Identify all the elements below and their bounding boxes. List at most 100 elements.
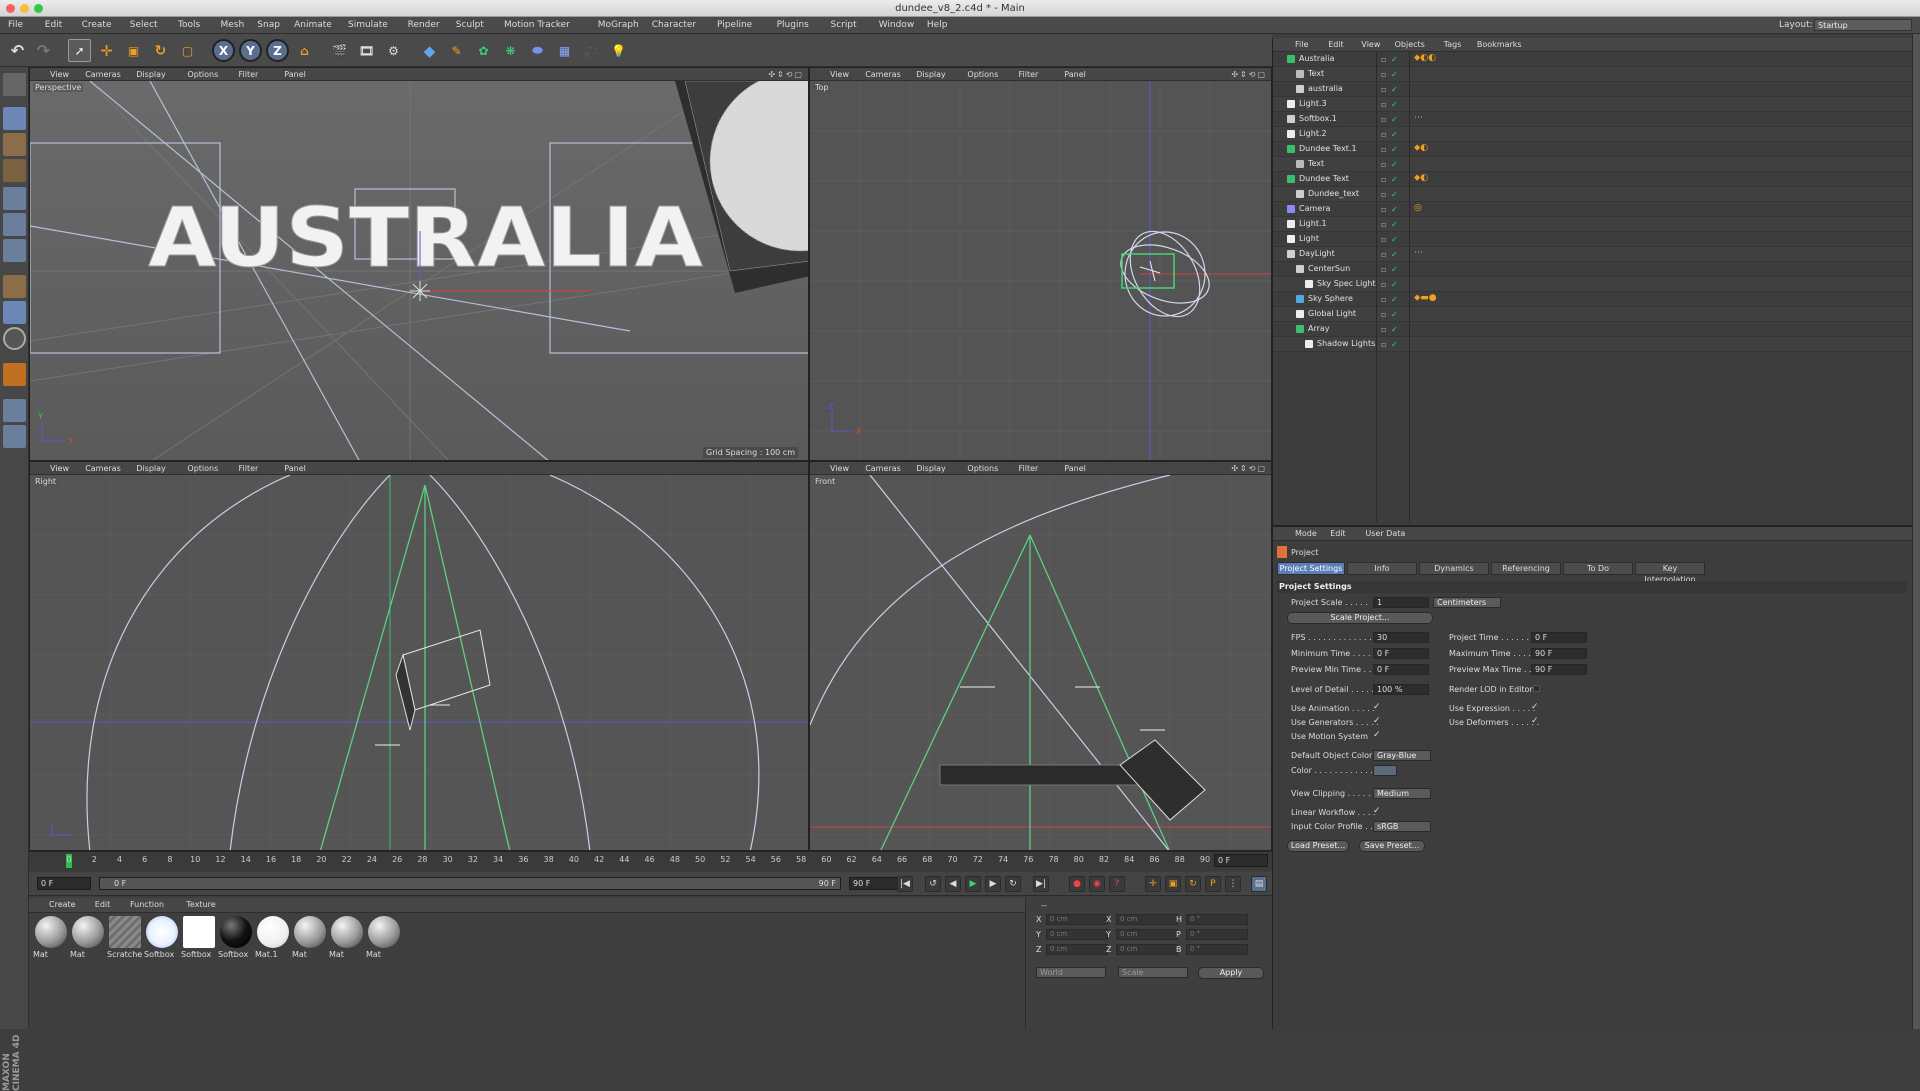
material-swatch[interactable]: Softbox [181, 916, 217, 964]
object-tags-icon[interactable]: ⋯ [1414, 113, 1423, 123]
array-generator-icon[interactable]: ❋ [499, 39, 522, 62]
object-name[interactable]: Light.1 [1299, 219, 1327, 228]
viewport-menu-cameras[interactable]: Cameras [85, 464, 121, 473]
minimum-time-field[interactable]: 0 F [1373, 648, 1429, 659]
object-name[interactable]: Array [1308, 324, 1330, 333]
deformer-icon[interactable]: ⬬ [526, 39, 549, 62]
attribute-menu-edit[interactable]: Edit [1330, 529, 1346, 538]
visibility-toggle-icon[interactable]: ▫ ✓ [1381, 280, 1399, 289]
object-menu-tags[interactable]: Tags [1444, 40, 1462, 49]
current-frame-field[interactable]: 0 F [1214, 854, 1268, 867]
viewport-menu-filter[interactable]: Filter [239, 70, 259, 79]
viewport-menu-filter[interactable]: Filter [239, 464, 259, 473]
level-of-detail-field[interactable]: 100 % [1373, 684, 1429, 695]
visibility-toggle-icon[interactable]: ▫ ✓ [1381, 265, 1399, 274]
object-row[interactable]: Array ▫ ✓ [1273, 322, 1913, 337]
right-side-tab-strip[interactable] [1912, 34, 1920, 1029]
viewport-menu-view[interactable]: View [830, 70, 849, 79]
texture-axis-icon[interactable] [3, 159, 26, 182]
visibility-toggle-icon[interactable]: ▫ ✓ [1381, 235, 1399, 244]
cube-primitive-icon[interactable]: ◆ [418, 39, 441, 62]
visibility-toggle-icon[interactable]: ▫ ✓ [1381, 175, 1399, 184]
coord-apply-button[interactable]: Apply [1198, 967, 1264, 979]
texture-mode-icon[interactable] [3, 133, 26, 156]
menu-render[interactable]: Render [408, 20, 440, 30]
timeline-ruler[interactable]: 0 F 0 2 4 6 8 10 12 14 16 18 20 22 24 26 28 30 32 34 36 38 4… [29, 851, 1272, 871]
rotate-tool[interactable]: ↻ [149, 39, 172, 62]
material-swatch[interactable]: Mat [33, 916, 69, 964]
object-menu-bookmarks[interactable]: Bookmarks [1477, 40, 1522, 49]
layout-select[interactable]: Startup [1814, 19, 1912, 31]
material-menu-edit[interactable]: Edit [95, 900, 111, 909]
object-row[interactable]: CenterSun ▫ ✓ [1273, 262, 1913, 277]
coord-value-field[interactable]: 0 cm [1046, 914, 1108, 925]
use-motion-system-checkbox[interactable]: ✓ [1373, 730, 1381, 740]
visibility-toggle-icon[interactable]: ▫ ✓ [1381, 130, 1399, 139]
object-row[interactable]: Dundee Text ▫ ✓ ⬥◐ [1273, 172, 1913, 187]
viewport-menu-view[interactable]: View [50, 70, 69, 79]
coord-value-field[interactable]: 0 cm [1116, 914, 1178, 925]
object-row[interactable]: australia ▫ ✓ [1273, 82, 1913, 97]
visibility-toggle-icon[interactable]: ▫ ✓ [1381, 85, 1399, 94]
subdivision-generator-icon[interactable]: ✿ [472, 39, 495, 62]
visibility-toggle-icon[interactable]: ▫ ✓ [1381, 250, 1399, 259]
viewport-menu-panel[interactable]: Panel [1064, 70, 1086, 79]
viewport-nav-controls[interactable]: ✣⇕⟲▢ [768, 70, 804, 79]
object-row[interactable]: Text ▫ ✓ [1273, 157, 1913, 172]
go-to-start-button[interactable]: |◀ [897, 876, 913, 892]
play-button[interactable]: ▶ [965, 876, 981, 892]
edges-mode-icon[interactable] [3, 213, 26, 236]
object-row[interactable]: Dundee Text.1 ▫ ✓ ⬥◐ [1273, 142, 1913, 157]
menu-select[interactable]: Select [130, 20, 158, 30]
menu-create[interactable]: Create [82, 20, 112, 30]
viewport-menu-display[interactable]: Display [136, 464, 166, 473]
tab-key-interpolation[interactable]: Key Interpolation [1635, 562, 1705, 584]
menu-animate[interactable]: Animate [294, 20, 332, 30]
coord-space-select[interactable]: World [1036, 967, 1106, 978]
menu-help[interactable]: Help [927, 20, 948, 30]
object-row[interactable]: Camera ▫ ✓ ◎ [1273, 202, 1913, 217]
viewport-menu-filter[interactable]: Filter [1019, 464, 1039, 473]
view-clipping-select[interactable]: Medium [1373, 788, 1431, 799]
undo-button[interactable]: ↶ [6, 39, 29, 62]
project-time-field[interactable]: 0 F [1531, 632, 1587, 643]
visibility-toggle-icon[interactable]: ▫ ✓ [1381, 70, 1399, 79]
object-name[interactable]: Dundee_text [1308, 189, 1359, 198]
object-row[interactable]: Global Light ▫ ✓ [1273, 307, 1913, 322]
coordinate-system-button[interactable]: ⌂ [293, 39, 316, 62]
autokey-button[interactable]: ◉ [1089, 876, 1105, 892]
points-mode-icon[interactable] [3, 187, 26, 210]
material-swatch[interactable]: Softbox [144, 916, 180, 964]
render-view-icon[interactable]: 🎬 [328, 39, 351, 62]
object-name[interactable]: Global Light [1308, 309, 1356, 318]
previous-key-button[interactable]: ↺ [925, 876, 941, 892]
object-name[interactable]: Sky Sphere [1308, 294, 1353, 303]
scale-key-button[interactable]: ▣ [1165, 876, 1181, 892]
object-tags-icon[interactable]: ◎ [1414, 203, 1422, 213]
object-name[interactable]: australia [1308, 84, 1343, 93]
object-row[interactable]: Shadow Lights ▫ ✓ [1273, 337, 1913, 352]
tab-referencing[interactable]: Referencing [1491, 562, 1561, 575]
object-name[interactable]: Light.3 [1299, 99, 1327, 108]
menu-file[interactable]: File [8, 20, 23, 30]
viewport-menu-options[interactable]: Options [187, 70, 218, 79]
planar-workplane-icon[interactable] [3, 425, 26, 448]
snap-icon[interactable] [3, 327, 26, 350]
coord-value-field[interactable]: 0 cm [1116, 929, 1178, 940]
object-row[interactable]: Softbox.1 ▫ ✓ ⋯ [1273, 112, 1913, 127]
material-swatch[interactable]: Scratche [107, 916, 143, 964]
material-menu-create[interactable]: Create [49, 900, 76, 909]
coord-value-field[interactable]: 0 ° [1186, 914, 1248, 925]
object-tags-icon[interactable]: ⋯ [1414, 248, 1423, 258]
load-preset-button[interactable]: Load Preset... [1287, 840, 1349, 852]
input-color-profile-select[interactable]: sRGB [1373, 821, 1431, 832]
fps-field[interactable]: 30 [1373, 632, 1429, 643]
viewport-menu-cameras[interactable]: Cameras [85, 70, 121, 79]
object-row[interactable]: Light.3 ▫ ✓ [1273, 97, 1913, 112]
menu-mograph[interactable]: MoGraph [598, 20, 639, 30]
coord-value-field[interactable]: 0 cm [1116, 944, 1178, 955]
render-lod-checkbox[interactable] [1533, 685, 1540, 692]
object-menu-edit[interactable]: Edit [1328, 40, 1344, 49]
scale-tool[interactable]: ▣ [122, 39, 145, 62]
visibility-toggle-icon[interactable]: ▫ ✓ [1381, 160, 1399, 169]
